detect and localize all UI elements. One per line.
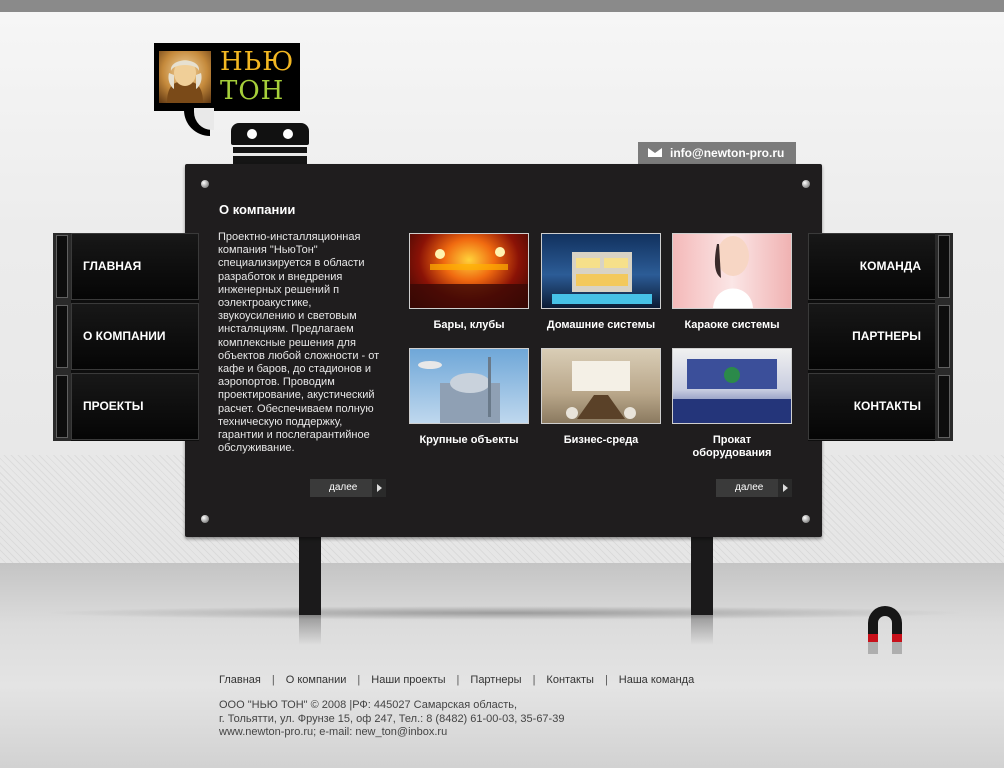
club-stage-photo <box>409 233 529 309</box>
about-text: Проектно-инсталляционная компания "НьюТо… <box>218 231 380 455</box>
categories-more-button[interactable]: далее <box>716 479 792 497</box>
left-menu-frame <box>53 233 71 441</box>
auditorium-photo <box>672 348 792 424</box>
top-strip <box>0 0 1004 12</box>
category-business[interactable]: Бизнес-среда <box>541 348 661 447</box>
leg-reflection <box>299 615 321 645</box>
menu-home[interactable]: ГЛАВНАЯ <box>71 233 199 300</box>
board-leg-left <box>299 537 321 615</box>
logo-text-top: НЬЮ <box>220 47 295 77</box>
more-label: далее <box>329 482 358 493</box>
logo-text-bottom: ТОН <box>220 76 285 106</box>
menu-label: КОМАНДА <box>859 259 921 273</box>
arrow-right-icon <box>372 479 386 497</box>
separator: | <box>456 674 460 686</box>
logo[interactable]: НЬЮ ТОН <box>154 43 300 111</box>
separator: | <box>532 674 536 686</box>
separator: | <box>271 674 275 686</box>
menu-projects[interactable]: ПРОЕКТЫ <box>71 373 199 440</box>
board-leg-right <box>691 537 713 615</box>
section-title: О компании <box>219 202 296 217</box>
footer-web-line: www.newton-pro.ru; e-mail: new_ton@inbox… <box>219 726 448 738</box>
menu-label: КОНТАКТЫ <box>853 399 921 413</box>
category-label: Бизнес-среда <box>563 434 639 446</box>
menu-label: ПРОЕКТЫ <box>83 399 144 413</box>
category-label: Бары, клубы <box>433 319 505 331</box>
screw-icon <box>201 180 209 188</box>
footer-link-about[interactable]: О компании <box>286 674 347 686</box>
leg-reflection <box>691 615 713 645</box>
menu-label: ПАРТНЕРЫ <box>852 329 921 343</box>
footer-link-projects[interactable]: Наши проекты <box>371 674 445 686</box>
menu-partners[interactable]: ПАРТНЕРЫ <box>808 303 936 370</box>
category-label: Караоке системы <box>684 319 780 331</box>
footer-link-home[interactable]: Главная <box>219 674 261 686</box>
more-label: далее <box>735 482 764 493</box>
menu-about[interactable]: О КОМПАНИИ <box>71 303 199 370</box>
envelope-icon <box>648 148 662 157</box>
footer-company-line: ООО "НЬЮ ТОН" © 2008 |РФ: 445027 Самарск… <box>219 699 518 711</box>
screw-icon <box>802 180 810 188</box>
footer-info: ООО "НЬЮ ТОН" © 2008 |РФ: 445027 Самарск… <box>219 699 564 740</box>
portrait-icon <box>159 51 211 103</box>
menu-team[interactable]: КОМАНДА <box>808 233 936 300</box>
category-large-objects[interactable]: Крупные объекты <box>409 348 529 447</box>
screw-icon <box>201 515 209 523</box>
arrow-right-icon <box>778 479 792 497</box>
magnet-icon <box>866 604 904 656</box>
right-menu: КОМАНДА ПАРТНЕРЫ КОНТАКТЫ <box>808 233 936 441</box>
category-label: Домашние системы <box>546 319 656 331</box>
floor-shadow <box>40 606 970 620</box>
menu-contacts[interactable]: КОНТАКТЫ <box>808 373 936 440</box>
category-bars-clubs[interactable]: Бары, клубы <box>409 233 529 332</box>
left-menu: ГЛАВНАЯ О КОМПАНИИ ПРОЕКТЫ <box>71 233 199 441</box>
large-building-photo <box>409 348 529 424</box>
category-rental[interactable]: Прокат оборудования <box>672 348 792 460</box>
menu-label: О КОМПАНИИ <box>83 329 166 343</box>
category-label: Прокат оборудования <box>692 434 772 459</box>
modern-house-photo <box>541 233 661 309</box>
plug-icon <box>231 123 309 165</box>
screw-icon <box>802 515 810 523</box>
conference-room-photo <box>541 348 661 424</box>
menu-label: ГЛАВНАЯ <box>83 259 142 273</box>
karaoke-singer-photo <box>672 233 792 309</box>
footer-link-partners[interactable]: Партнеры <box>470 674 521 686</box>
footer-address-line: г. Тольятти, ул. Фрунзе 15, оф 247, Тел.… <box>219 712 565 725</box>
category-home-systems[interactable]: Домашние системы <box>541 233 661 332</box>
separator: | <box>604 674 608 686</box>
category-label: Крупные объекты <box>419 434 519 446</box>
about-more-button[interactable]: далее <box>310 479 386 497</box>
email-link[interactable]: info@newton-pro.ru <box>638 142 796 164</box>
footer-link-team[interactable]: Наша команда <box>619 674 694 686</box>
right-menu-frame <box>935 233 953 441</box>
category-karaoke[interactable]: Караоке системы <box>672 233 792 332</box>
email-address: info@newton-pro.ru <box>670 146 785 160</box>
separator: | <box>357 674 361 686</box>
footer-nav: Главная | О компании | Наши проекты | Партнеры… <box>219 674 694 686</box>
footer-link-contacts[interactable]: Контакты <box>546 674 594 686</box>
